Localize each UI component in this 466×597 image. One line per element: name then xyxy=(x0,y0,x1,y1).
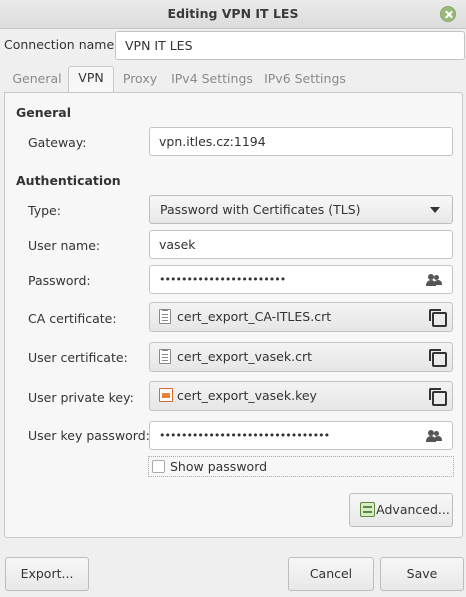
key-password-value: ••••••••••••••••••••••••••••••• xyxy=(159,429,330,442)
connection-name-input[interactable]: VPN IT LES xyxy=(115,31,465,60)
settings-icon xyxy=(360,502,375,517)
user-certificate-chooser[interactable]: cert_export_vasek.crt xyxy=(149,342,453,372)
key-password-input[interactable]: ••••••••••••••••••••••••••••••• xyxy=(149,421,453,450)
advanced-button-label: Advanced... xyxy=(376,502,450,517)
show-password-label: Show password xyxy=(170,459,268,474)
username-input[interactable]: vasek xyxy=(149,230,453,259)
cancel-button[interactable]: Cancel xyxy=(288,557,374,591)
ca-certificate-label: CA certificate: xyxy=(28,311,117,326)
document-icon xyxy=(159,349,171,364)
users-icon[interactable] xyxy=(426,274,442,286)
user-private-key-file: cert_export_vasek.key xyxy=(177,388,317,403)
user-private-key-chooser[interactable]: cert_export_vasek.key xyxy=(149,381,453,411)
user-private-key-label: User private key: xyxy=(28,390,134,405)
copy-icon[interactable] xyxy=(429,388,447,406)
chevron-down-icon xyxy=(430,207,440,213)
export-button[interactable]: Export... xyxy=(5,557,89,591)
gateway-input[interactable]: vpn.itles.cz:1194 xyxy=(149,127,453,156)
tab-general[interactable]: General xyxy=(8,68,66,92)
password-input[interactable]: ••••••••••••••••••••••• xyxy=(149,265,453,294)
username-label: User name: xyxy=(28,238,101,253)
show-password-checkbox[interactable]: Show password xyxy=(148,456,454,477)
user-certificate-label: User certificate: xyxy=(28,350,128,365)
window-title: Editing VPN IT LES xyxy=(167,6,299,21)
tab-ipv6-settings[interactable]: IPv6 Settings xyxy=(262,68,348,92)
tab-proxy[interactable]: Proxy xyxy=(117,68,163,92)
document-icon xyxy=(159,309,171,324)
title-bar: Editing VPN IT LES xyxy=(0,0,466,29)
gateway-label: Gateway: xyxy=(28,135,87,150)
checkbox-icon[interactable] xyxy=(152,460,165,473)
auth-type-value: Password with Certificates (TLS) xyxy=(160,202,361,217)
copy-icon[interactable] xyxy=(429,309,447,327)
password-value: ••••••••••••••••••••••• xyxy=(159,273,286,286)
tab-ipv4-settings[interactable]: IPv4 Settings xyxy=(170,68,254,92)
password-label: Password: xyxy=(28,273,91,288)
save-button[interactable]: Save xyxy=(380,557,464,591)
users-icon[interactable] xyxy=(426,430,442,442)
tab-vpn[interactable]: VPN xyxy=(68,66,114,93)
ca-certificate-file: cert_export_CA-ITLES.crt xyxy=(177,309,332,324)
connection-name-label: Connection name: xyxy=(4,37,119,52)
ca-certificate-chooser[interactable]: cert_export_CA-ITLES.crt xyxy=(149,302,453,332)
key-password-label: User key password: xyxy=(28,428,150,443)
authentication-section-title: Authentication xyxy=(16,173,121,188)
advanced-button[interactable]: Advanced... xyxy=(349,493,453,527)
auth-type-select[interactable]: Password with Certificates (TLS) xyxy=(149,195,453,224)
general-section-title: General xyxy=(16,105,71,120)
key-file-icon xyxy=(159,388,173,402)
copy-icon[interactable] xyxy=(429,349,447,367)
type-label: Type: xyxy=(28,203,61,218)
user-certificate-file: cert_export_vasek.crt xyxy=(177,349,312,364)
close-icon[interactable] xyxy=(440,6,456,22)
